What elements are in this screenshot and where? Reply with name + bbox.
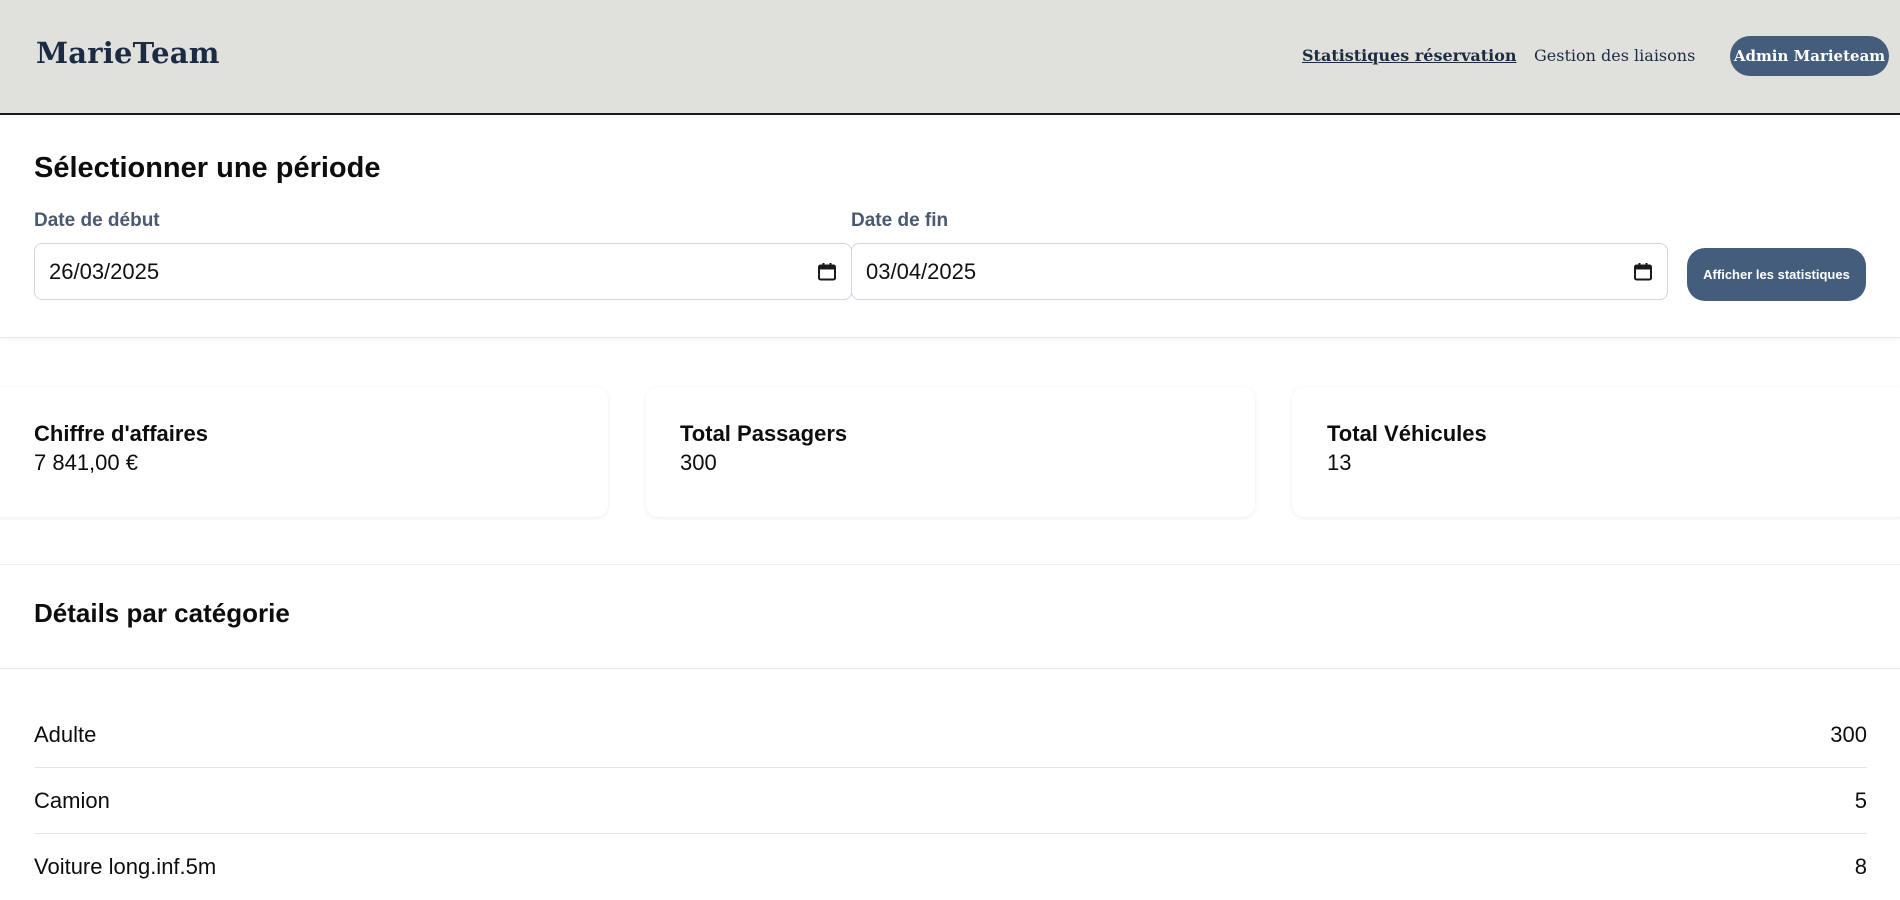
stat-card-vehicles: Total Véhicules 13: [1292, 387, 1900, 517]
category-name: Adulte: [34, 722, 97, 747]
category-name: Voiture long.inf.5m: [34, 854, 217, 879]
end-date-label: Date de fin: [851, 210, 949, 231]
period-title: Sélectionner une période: [34, 152, 381, 184]
top-navbar: MarieTeam Statistiques réservation Gesti…: [0, 0, 1900, 115]
start-date-input[interactable]: 26/03/2025: [34, 243, 852, 300]
category-name: Camion: [34, 788, 110, 813]
end-date-value: 03/04/2025: [866, 258, 977, 284]
divider: [0, 668, 1900, 669]
calendar-icon[interactable]: [1633, 262, 1653, 282]
period-selection-card: Sélectionner une période Date de début 2…: [0, 116, 1900, 338]
details-title: Détails par catégorie: [34, 598, 290, 628]
brand-logo-text[interactable]: MarieTeam: [36, 36, 220, 70]
stat-value: 13: [1327, 450, 1352, 475]
stat-card-passengers: Total Passagers 300: [646, 387, 1255, 517]
category-row: Camion 5: [34, 768, 1867, 834]
nav-link-statistiques[interactable]: Statistiques réservation: [1302, 46, 1517, 65]
admin-user-button[interactable]: Admin Marieteam: [1730, 36, 1889, 76]
stat-value: 300: [680, 450, 717, 475]
start-date-value: 26/03/2025: [49, 258, 160, 284]
nav-link-liaisons[interactable]: Gestion des liaisons: [1534, 46, 1695, 65]
stat-title: Total Passagers: [680, 421, 848, 446]
stat-title: Chiffre d'affaires: [34, 421, 208, 446]
calendar-icon[interactable]: [817, 262, 837, 282]
category-row: Adulte 300: [34, 702, 1867, 768]
stat-title: Total Véhicules: [1327, 421, 1487, 446]
start-date-label: Date de début: [34, 210, 160, 231]
category-value: 5: [1854, 788, 1867, 813]
category-row: Voiture long.inf.5m 8: [34, 834, 1867, 900]
category-value: 8: [1854, 854, 1867, 879]
end-date-input[interactable]: 03/04/2025: [851, 243, 1668, 300]
category-details-card: Détails par catégorie Adulte 300 Camion …: [0, 564, 1900, 887]
stat-value: 7 841,00 €: [34, 450, 138, 475]
category-value: 300: [1830, 722, 1867, 747]
stat-card-revenue: Chiffre d'affaires 7 841,00 €: [0, 387, 608, 517]
show-statistics-button[interactable]: Afficher les statistiques: [1687, 248, 1866, 301]
